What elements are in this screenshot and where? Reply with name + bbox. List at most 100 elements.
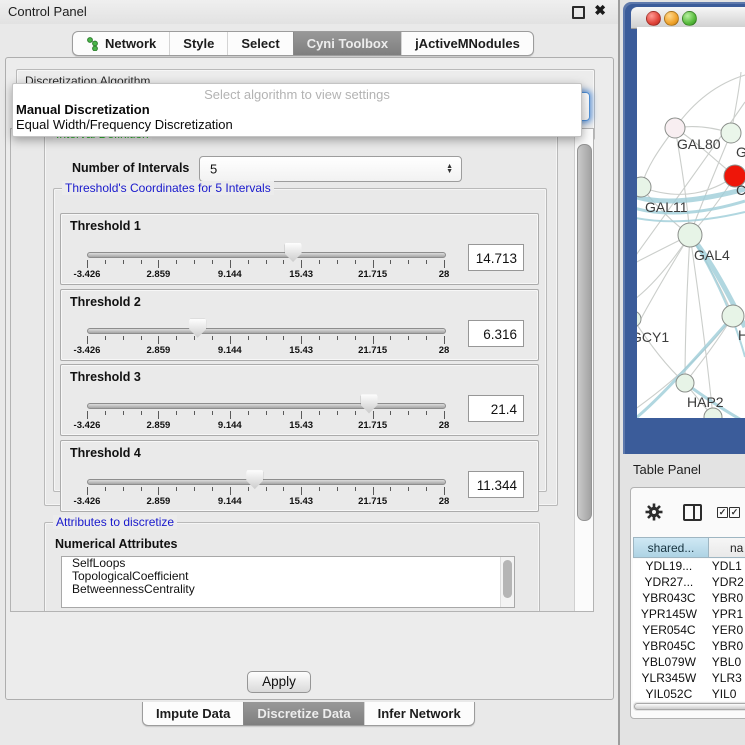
tab-select[interactable]: Select (227, 32, 292, 55)
tab-impute-data[interactable]: Impute Data (143, 702, 243, 725)
network-edge (637, 235, 690, 337)
tab-infer-network[interactable]: Infer Network (364, 702, 474, 725)
tick-mark (230, 411, 231, 419)
tick-label: 2.859 (147, 496, 171, 507)
tick-mark (123, 411, 124, 415)
column-header-shared[interactable]: shared... (633, 537, 709, 558)
tick-mark (283, 336, 284, 340)
threshold-value-field[interactable]: 14.713 (468, 244, 524, 271)
tick-mark (426, 411, 427, 415)
settings-scrollbar-thumb[interactable] (577, 144, 592, 521)
cell-shared-name: YIL052C (633, 687, 705, 701)
apply-button[interactable]: Apply (247, 671, 311, 693)
tick-mark (390, 260, 391, 264)
tick-mark (194, 411, 195, 415)
tick-label: 9.144 (218, 269, 242, 280)
tab-cyni-toolbox[interactable]: Cyni Toolbox (293, 32, 401, 55)
table-row[interactable]: YPR145WYPR1 (633, 607, 745, 623)
tick-mark (158, 487, 159, 495)
tick-mark (373, 487, 374, 495)
attributes-group-title: Attributes to discretize (53, 515, 177, 529)
network-node-ga[interactable] (721, 123, 741, 143)
network-node-hap2[interactable] (676, 374, 694, 392)
table-row[interactable]: YBL079WYBL0 (633, 655, 745, 671)
cell-shared-name: YDL19... (633, 559, 705, 575)
attribute-item-betweennesscentrality[interactable]: BetweennessCentrality (62, 583, 514, 596)
threshold-value-field[interactable]: 21.4 (468, 395, 524, 422)
checkbox-icon[interactable]: ✓ (729, 507, 740, 518)
dropdown-option-equal-width-frequency-discretization[interactable]: Equal Width/Frequency Discretization (13, 117, 581, 132)
tick-mark (337, 487, 338, 491)
tick-label: 21.715 (358, 269, 387, 280)
dropdown-option-manual-discretization[interactable]: Manual Discretization (13, 102, 581, 117)
table-body[interactable]: YDL19...YDL1YDR27...YDR2YBR043CYBR0YPR14… (633, 559, 745, 701)
slider-track[interactable] (87, 328, 446, 334)
tick-label: -3.426 (74, 496, 101, 507)
network-canvas[interactable]: GAL80GACGAL11GAL4GCY1HHAP2 (637, 27, 745, 418)
tick-mark (283, 411, 284, 415)
tick-label: 9.144 (218, 420, 242, 431)
network-view-window: GAL80GACGAL11GAL4GCY1HHAP2 (623, 2, 745, 454)
tick-label: 28 (439, 269, 450, 280)
cell-name: YDR2 (705, 575, 745, 591)
table-row[interactable]: YIL052CYIL0 (633, 687, 745, 701)
threshold-value-field[interactable]: 11.344 (468, 471, 524, 498)
cell-name: YPR1 (705, 607, 745, 623)
tick-mark (123, 487, 124, 491)
tick-mark (123, 260, 124, 264)
tick-mark (266, 487, 267, 491)
checkbox-icon[interactable]: ✓ (717, 507, 728, 518)
tab-jactivemnodules[interactable]: jActiveMNodules (401, 32, 533, 55)
column-layout-icon[interactable] (683, 504, 702, 521)
tick-mark (176, 260, 177, 264)
gear-icon[interactable] (645, 503, 663, 521)
slider-track[interactable] (87, 252, 446, 258)
number-of-intervals-combobox[interactable]: 5 ▲▼ (199, 156, 462, 182)
zoom-traffic-light-icon[interactable] (682, 11, 697, 26)
table-row[interactable]: YER054CYER0 (633, 623, 745, 639)
table-row[interactable]: YDL19...YDL1 (633, 559, 745, 575)
settings-scrollbar[interactable] (574, 129, 593, 611)
network-node-gal4[interactable] (678, 223, 702, 247)
slider-track[interactable] (87, 479, 446, 485)
minimize-traffic-light-icon[interactable] (664, 11, 679, 26)
close-traffic-light-icon[interactable] (646, 11, 661, 26)
tick-mark (408, 487, 409, 491)
network-node-gal11[interactable] (637, 177, 651, 197)
float-window-icon[interactable] (572, 6, 585, 19)
table-horizontal-scrollbar[interactable] (633, 702, 745, 711)
cell-shared-name: YBR043C (633, 591, 705, 607)
attributes-scrollbar-thumb[interactable] (503, 560, 512, 598)
tick-mark (408, 336, 409, 340)
attributes-group: Attributes to discretize Numerical Attri… (44, 522, 540, 612)
network-node-gcy1[interactable] (637, 311, 641, 327)
tick-mark (87, 487, 88, 495)
table-row[interactable]: YLR345WYLR3 (633, 671, 745, 687)
table-row[interactable]: YDR27...YDR2 (633, 575, 745, 591)
tick-mark (337, 336, 338, 340)
tick-mark (390, 411, 391, 415)
cell-shared-name: YBL079W (633, 655, 705, 671)
threshold-label: Threshold 2 (70, 295, 141, 309)
tab-discretize-data[interactable]: Discretize Data (243, 702, 363, 725)
slider-ticks (87, 336, 444, 345)
threshold-value-field[interactable]: 6.316 (468, 320, 524, 347)
tab-network[interactable]: Network (73, 32, 169, 55)
network-node-h[interactable] (722, 305, 744, 327)
tab-style[interactable]: Style (169, 32, 227, 55)
column-header-name[interactable]: na (709, 537, 745, 558)
network-window-titlebar (631, 7, 745, 29)
table-row[interactable]: YBR045CYBR0 (633, 639, 745, 655)
attributes-scrollbar[interactable] (500, 557, 514, 607)
network-edge (685, 235, 690, 383)
table-row[interactable]: YBR043CYBR0 (633, 591, 745, 607)
interval-definition-group: Interval Definition Number of Intervals … (44, 134, 558, 506)
tick-mark (319, 487, 320, 491)
threshold-panel-2: Threshold 2-3.4262.8599.14415.4321.71528… (60, 289, 539, 361)
numerical-attributes-list[interactable]: SelfLoopsTopologicalCoefficientBetweenne… (61, 556, 515, 608)
network-node-gal80[interactable] (665, 118, 685, 138)
slider-track[interactable] (87, 403, 446, 409)
close-icon[interactable]: ✖ (594, 2, 606, 19)
tick-mark (283, 260, 284, 264)
table-hscroll-thumb[interactable] (634, 703, 745, 710)
